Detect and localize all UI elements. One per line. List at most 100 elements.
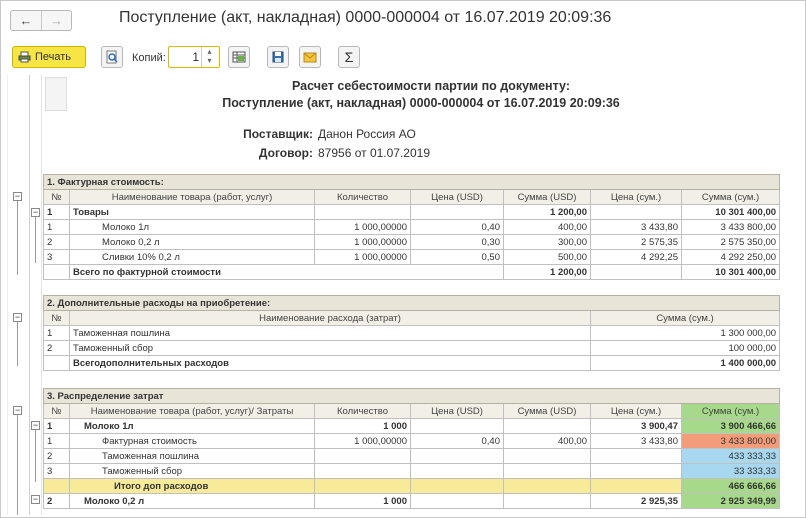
- col-header: Количество: [314, 189, 411, 205]
- collapse-group-icon[interactable]: −: [31, 208, 40, 217]
- subtotal-row: Итого доп расходов 466 666,66: [43, 478, 781, 494]
- cell: 0,30: [410, 234, 504, 250]
- cell: 2 925,35: [590, 493, 682, 509]
- cell: 2 575,35: [590, 234, 682, 250]
- col-header: Цена (сум.): [590, 189, 682, 205]
- nav-group: ← →: [10, 10, 72, 31]
- cell: 3 900 466,66: [680, 418, 781, 434]
- cell: 1: [43, 325, 70, 341]
- table-row: 3 Таможенный сбор 33 333,33: [43, 463, 781, 479]
- save-button[interactable]: [267, 46, 289, 68]
- cell: Таможенный сбор: [69, 340, 591, 356]
- section-title: 2. Дополнительные расходы на приобретени…: [42, 295, 781, 311]
- copies-label: Копий:: [132, 52, 166, 64]
- gutter-line: [7, 75, 8, 515]
- supplier-label: Поставщик:: [243, 127, 313, 141]
- cell: 2 925 349,99: [680, 493, 781, 509]
- table-settings-button[interactable]: [228, 46, 250, 68]
- cell: 2: [43, 340, 70, 356]
- cell: 3 433 800,00: [680, 219, 781, 235]
- cell: 1 000: [314, 493, 411, 509]
- preview-button[interactable]: [101, 46, 123, 68]
- cell: 3 900,47: [590, 418, 682, 434]
- col-header: Наименование товара (работ, услуг)/ Затр…: [69, 403, 315, 419]
- cell: Молоко 1л: [69, 418, 315, 434]
- total-row: Всегодополнительных расходов 1 400 000,0…: [43, 355, 781, 371]
- envelope-icon: [303, 52, 317, 62]
- cell: 100 000,00: [589, 340, 781, 356]
- additional-costs-table: 2. Дополнительные расходы на приобретени…: [42, 295, 781, 371]
- col-header: №: [43, 403, 70, 419]
- table-row: 3 Сливки 10% 0,2 л 1 000,00000 0,50 500,…: [43, 249, 781, 265]
- cell: 4 292,25: [590, 249, 682, 265]
- collapse-group-icon[interactable]: −: [31, 495, 40, 504]
- supplier-value: Данон Россия АО: [318, 127, 416, 141]
- cost-distribution-table: 3. Распределение затрат № Наименование т…: [42, 388, 781, 509]
- email-button[interactable]: [299, 46, 321, 68]
- col-header: Сумма (сум.): [680, 189, 781, 205]
- total-row: Всего по фактурной стоимости 1 200,00 10…: [43, 264, 781, 280]
- table-row: 2 Молоко 0,2 л 1 000,00000 0,30 300,00 2…: [43, 234, 781, 250]
- cell: 400,00: [503, 219, 591, 235]
- cell: 1 000,00000: [314, 219, 411, 235]
- cell: 500,00: [503, 249, 591, 265]
- spin-icon[interactable]: ▴ ▾: [201, 47, 217, 67]
- print-button[interactable]: Печать: [12, 46, 86, 68]
- cell: 2: [43, 493, 70, 509]
- arrow-left-icon: ←: [19, 13, 33, 28]
- cell: 1: [43, 204, 70, 220]
- cell: 1: [43, 433, 70, 449]
- cell: 0,50: [410, 249, 504, 265]
- toolbar: Печать Копий: 1 ▴ ▾ Σ: [1, 42, 805, 72]
- cell: Таможенная пошлина: [69, 448, 315, 464]
- cell: 1 000,00000: [314, 433, 411, 449]
- table-row: 2 Таможенная пошлина 433 333,33: [43, 448, 781, 464]
- magnifier-page-icon: [106, 50, 118, 64]
- window-title: Поступление (акт, накладная) 0000-000004…: [119, 9, 612, 26]
- floppy-icon: [272, 51, 284, 63]
- col-header: Цена (USD): [410, 403, 504, 419]
- copies-input[interactable]: 1 ▴ ▾: [168, 46, 220, 68]
- cell: 2: [43, 448, 70, 464]
- cell: 3 433,80: [590, 433, 682, 449]
- collapse-group-icon[interactable]: −: [13, 192, 22, 201]
- forward-button[interactable]: →: [40, 11, 71, 30]
- cell: 10 301 400,00: [680, 264, 781, 280]
- cell: Товары: [69, 204, 315, 220]
- cell: 4 292 250,00: [680, 249, 781, 265]
- table-row: 1 Таможенная пошлина 1 300 000,00: [43, 325, 781, 341]
- cell: 33 333,33: [680, 463, 781, 479]
- cell: 1 200,00: [503, 264, 591, 280]
- cell: 1 000: [314, 418, 411, 434]
- cell: Таможенный сбор: [69, 463, 315, 479]
- cell: 300,00: [503, 234, 591, 250]
- back-button[interactable]: ←: [11, 11, 41, 30]
- logo-placeholder: [45, 77, 67, 111]
- cell: 433 333,33: [680, 448, 781, 464]
- gutter-line: [41, 75, 42, 515]
- spreadsheet: Расчет себестоимости партии по документу…: [1, 75, 805, 517]
- cell: Молоко 0,2 л: [69, 234, 315, 250]
- table-row-group: 2 Молоко 0,2 л 1 000 2 925,35 2 925 349,…: [43, 493, 781, 509]
- report-heading: Расчет себестоимости партии по документу…: [292, 79, 570, 93]
- cell: 466 666,66: [680, 478, 781, 494]
- sum-button[interactable]: Σ: [338, 46, 360, 68]
- collapse-group-icon[interactable]: −: [31, 421, 40, 430]
- table-row: 1 Фактурная стоимость 1 000,00000 0,40 4…: [43, 433, 781, 449]
- cell: 1 000,00000: [314, 234, 411, 250]
- collapse-group-icon[interactable]: −: [13, 406, 22, 415]
- section-title: 1. Фактурная стоимость:: [42, 174, 781, 190]
- cell: 1: [43, 219, 70, 235]
- total-label: Всего по фактурной стоимости: [69, 264, 504, 280]
- col-header: Цена (USD): [410, 189, 504, 205]
- sigma-icon: Σ: [344, 49, 354, 65]
- cell: Фактурная стоимость: [69, 433, 315, 449]
- collapse-group-icon[interactable]: −: [13, 313, 22, 322]
- col-header: Сумма (сум.): [680, 403, 781, 419]
- cell: Молоко 1л: [69, 219, 315, 235]
- cell: 3 433 800,00: [680, 433, 781, 449]
- arrow-right-icon: →: [49, 13, 63, 28]
- report-subheading: Поступление (акт, накладная) 0000-000004…: [222, 96, 620, 110]
- cell: 1 300 000,00: [589, 325, 781, 341]
- gutter-line: [29, 75, 30, 515]
